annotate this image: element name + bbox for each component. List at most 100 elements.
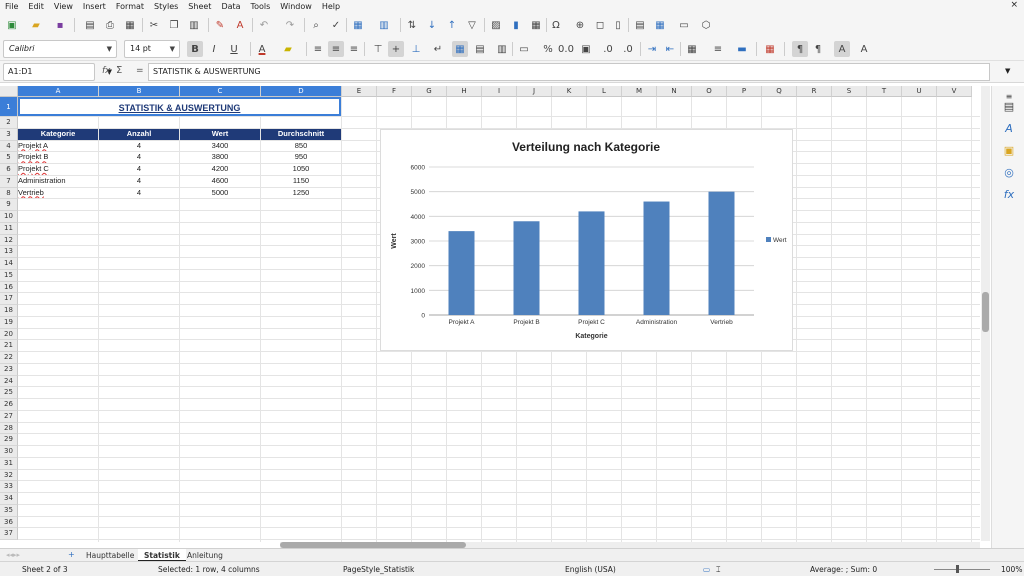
table-header-cell[interactable]: Anzahl (99, 128, 179, 140)
column-header-d[interactable]: D (261, 86, 342, 97)
formula-icon[interactable]: = (136, 66, 144, 76)
find-replace-icon[interactable]: ⌕ (308, 17, 324, 33)
row-header-35[interactable]: 35 (0, 504, 18, 517)
format-as-percent-icon[interactable]: % (540, 41, 556, 57)
close-document-icon[interactable]: × (1010, 0, 1018, 10)
row-header-18[interactable]: 18 (0, 305, 18, 317)
print-icon[interactable]: ⎙ (102, 17, 118, 33)
row-header-8[interactable]: 8 (0, 187, 18, 200)
row-header-11[interactable]: 11 (0, 222, 18, 235)
selection-mode-icon[interactable]: ▭ (703, 565, 710, 574)
insert-chart-icon[interactable]: ▮ (508, 17, 524, 33)
row-header-27[interactable]: 27 (0, 410, 18, 423)
font-color-icon[interactable]: A (254, 41, 270, 57)
column-header-r[interactable]: R (797, 86, 832, 97)
sort-icon[interactable]: ⇅ (404, 17, 420, 33)
border-style-icon[interactable]: ≡ (710, 41, 726, 57)
autofilter-icon[interactable]: ▽ (464, 17, 480, 33)
redo-icon[interactable]: ↷ (282, 17, 298, 33)
row-header-17[interactable]: 17 (0, 293, 18, 305)
column-header-p[interactable]: P (727, 86, 762, 97)
menu-data[interactable]: Data (216, 0, 245, 13)
row-header-31[interactable]: 31 (0, 457, 18, 470)
column-header-s[interactable]: S (832, 86, 867, 97)
menu-styles[interactable]: Styles (149, 0, 183, 13)
row-header-25[interactable]: 25 (0, 387, 18, 399)
category-cell[interactable]: Projekt B (18, 152, 98, 163)
delete-decimal-icon[interactable]: .0 (620, 41, 636, 57)
row-header-14[interactable]: 14 (0, 258, 18, 270)
undo-icon[interactable]: ↶ (256, 17, 272, 33)
center-vertically-icon[interactable]: + (388, 41, 404, 57)
merge-cells-icon[interactable]: ▥ (494, 41, 510, 57)
align-left-icon[interactable]: ≡ (310, 41, 326, 57)
function-wizard-icon[interactable]: fx (102, 66, 111, 76)
tab-scroll-icon[interactable]: ◂◂▸▸ (6, 551, 20, 559)
menu-edit[interactable]: Edit (23, 0, 49, 13)
category-cell[interactable]: Administration (18, 176, 98, 187)
row-header-30[interactable]: 30 (0, 446, 18, 458)
sum-icon[interactable]: Σ (116, 65, 122, 76)
show-draw-functions-icon[interactable]: ⬡ (698, 17, 714, 33)
formula-input[interactable]: STATISTIK & AUSWERTUNG (148, 63, 990, 81)
table-cell[interactable]: 850 (261, 141, 341, 152)
row-header-28[interactable]: 28 (0, 422, 18, 435)
add-sheet-icon[interactable]: + (68, 550, 75, 559)
row-header-36[interactable]: 36 (0, 516, 18, 529)
freeze-rows-columns-icon[interactable]: ▦ (652, 17, 668, 33)
table-cell[interactable]: 950 (261, 152, 341, 163)
merge-center-icon[interactable]: ▦ (452, 41, 468, 57)
table-cell[interactable]: 4 (99, 188, 179, 199)
cut-icon[interactable]: ✂ (146, 17, 162, 33)
clone-formatting-icon[interactable]: ✎ (212, 17, 228, 33)
decrease-indent-icon[interactable]: ⇤ (662, 41, 678, 57)
select-all-corner[interactable] (0, 86, 18, 97)
table-cell[interactable]: 3800 (180, 152, 260, 163)
insert-image-icon[interactable]: ▨ (488, 17, 504, 33)
row-header-26[interactable]: 26 (0, 399, 18, 411)
category-cell[interactable]: Projekt C (18, 164, 98, 175)
row-header-1[interactable]: 1 (0, 97, 18, 117)
name-box[interactable]: A1:D1 ▼ (3, 63, 112, 81)
format-as-date-icon[interactable]: ▣ (578, 41, 594, 57)
table-cell[interactable]: 1250 (261, 188, 341, 199)
sheet-title-cell[interactable]: STATISTIK & AUSWERTUNG (18, 97, 341, 116)
format-as-number-icon[interactable]: 0.0 (558, 41, 574, 57)
column-header-c[interactable]: C (180, 86, 261, 97)
left-to-right-icon[interactable]: ¶ (792, 41, 808, 57)
underline-icon[interactable]: U (226, 41, 242, 57)
table-cell[interactable]: 4 (99, 152, 179, 163)
column-header-q[interactable]: Q (762, 86, 797, 97)
menu-tools[interactable]: Tools (246, 0, 276, 13)
page-style[interactable]: PageStyle_Statistik (343, 565, 414, 574)
column-header-j[interactable]: J (517, 86, 552, 97)
table-cell[interactable]: 4 (99, 176, 179, 187)
row-header-16[interactable]: 16 (0, 281, 18, 294)
column-header-u[interactable]: U (902, 86, 937, 97)
vertical-scrollbar[interactable] (981, 86, 990, 541)
sum-status[interactable]: Average: ; Sum: 0 (810, 565, 877, 574)
menu-file[interactable]: File (0, 0, 23, 13)
table-cell[interactable]: 4 (99, 164, 179, 175)
special-character-icon[interactable]: Ω (548, 17, 564, 33)
row-icon[interactable]: ▦ (350, 17, 366, 33)
row-header-12[interactable]: 12 (0, 234, 18, 247)
column-header-l[interactable]: L (587, 86, 622, 97)
sort-ascending-icon[interactable]: ↓ (424, 17, 440, 33)
right-to-left-icon[interactable]: ¶ (810, 41, 826, 57)
border-color-icon[interactable]: ▬ (734, 41, 750, 57)
align-bottom-icon[interactable]: ⊥ (408, 41, 424, 57)
properties-icon[interactable]: ▤ (1002, 100, 1016, 114)
wrap-text-icon[interactable]: ↵ (430, 41, 446, 57)
menu-view[interactable]: View (49, 0, 78, 13)
bold-icon[interactable]: B (187, 41, 203, 57)
navigator-icon[interactable]: ◎ (1002, 166, 1016, 180)
vertical-text-icon[interactable]: A (856, 41, 872, 57)
column-header-e[interactable]: E (342, 86, 377, 97)
zoom-slider[interactable] (930, 564, 990, 574)
table-cell[interactable]: 5000 (180, 188, 260, 199)
borders-icon[interactable]: ▦ (684, 41, 700, 57)
sort-descending-icon[interactable]: ↑ (444, 17, 460, 33)
row-header-33[interactable]: 33 (0, 481, 18, 493)
pivot-table-icon[interactable]: ▦ (528, 17, 544, 33)
